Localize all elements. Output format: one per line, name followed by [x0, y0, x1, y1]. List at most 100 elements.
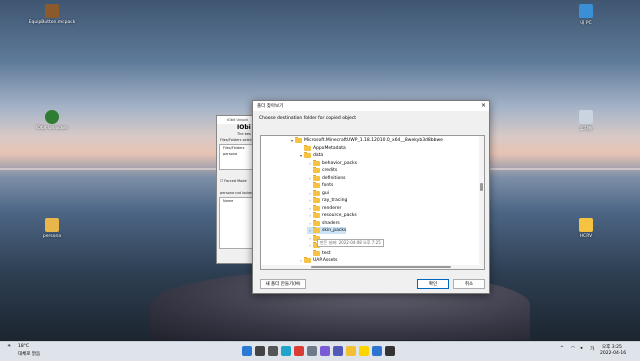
tree-item[interactable]: › renderer — [307, 204, 342, 212]
search-icon[interactable] — [255, 346, 265, 356]
photos-icon[interactable] — [320, 346, 330, 356]
file-explorer-icon[interactable] — [346, 346, 356, 356]
folder-icon — [313, 212, 320, 218]
chrome-icon[interactable] — [294, 346, 304, 356]
tree-item[interactable]: › shaders — [307, 219, 340, 227]
task-view-icon[interactable] — [268, 346, 278, 356]
folder-icon — [313, 197, 320, 203]
tree-item[interactable]: fonts — [307, 182, 333, 189]
desktop-icon-equipbutton[interactable]: EquipButton.mcpack — [22, 4, 82, 25]
vertical-scrollbar[interactable] — [479, 136, 484, 269]
dialog-titlebar[interactable]: 폴더 찾아보기 × — [253, 101, 489, 111]
clock-time[interactable]: 오후 3:25 — [602, 344, 622, 350]
windows-start-icon[interactable] — [242, 346, 252, 356]
chevron-up-icon[interactable]: ^ — [560, 346, 564, 351]
iobit-unlocker-icon — [45, 110, 59, 124]
column-header: Name — [223, 199, 234, 203]
tree-item-label: AppxMetadata — [313, 145, 346, 151]
desktop-icon-label: EquipButton.mcpack — [28, 20, 76, 25]
forced-mode-label: Forced Mode — [224, 179, 247, 183]
teams-icon[interactable] — [333, 346, 343, 356]
folder-icon — [313, 182, 320, 188]
tree-item[interactable]: › definitions — [307, 174, 346, 182]
tree-item-label: ray_tracing — [322, 198, 348, 203]
kakaotalk-icon[interactable] — [359, 346, 369, 356]
recycle-bin-icon — [579, 110, 593, 124]
tree-item-label: renderer — [322, 205, 342, 211]
folder-icon — [313, 227, 320, 233]
brand-title: IObi — [237, 124, 251, 131]
tree-item[interactable]: › behavior_packs — [307, 159, 357, 167]
tooltip: 만든 날짜: 2022-04-08 오후 7:25 — [317, 239, 384, 247]
cancel-button[interactable]: 취소 — [453, 279, 485, 289]
tree-item[interactable]: › UAP.Assets — [298, 257, 337, 264]
folder-icon — [313, 249, 320, 256]
taskbar: ☀ 18°C 대체로 맑음 ^ ◠ ◂ 가 오후 3:25 2022-04-16 — [0, 341, 640, 361]
mcpack-file-icon — [45, 4, 59, 18]
weather-desc[interactable]: 대체로 맑음 — [18, 351, 40, 357]
weather-temp[interactable]: 18°C — [18, 344, 29, 349]
files-list[interactable]: Files/Folders persona — [219, 144, 253, 170]
folder-icon — [304, 257, 311, 263]
tree-item-label: data — [313, 153, 324, 158]
desktop-icon-persona[interactable]: persona — [22, 218, 82, 239]
tree-item-label: test — [322, 250, 331, 256]
desktop-icon-label: persona — [42, 234, 62, 239]
iobit-unlocker-window[interactable]: IObit Unlock IObi The bes Files/Folders … — [216, 115, 256, 264]
folder-tree[interactable]: ▾ Microsoft.MinecraftUWP_1.18.12010.0_x64… — [260, 135, 485, 270]
wifi-icon[interactable]: ◠ — [571, 346, 575, 351]
list-item[interactable]: persona — [220, 151, 252, 157]
app-icon[interactable] — [385, 346, 395, 356]
store-icon[interactable] — [372, 346, 382, 356]
tree-item[interactable]: ▾ Microsoft.MinecraftUWP_1.18.12010.0_x64… — [289, 137, 443, 144]
settings-icon[interactable] — [307, 346, 317, 356]
dialog-title: 폴더 찾아보기 — [257, 104, 284, 109]
folder-icon — [313, 189, 320, 196]
desktop-icon-hcrv[interactable]: HCRV — [556, 218, 616, 239]
desktop-icon-recycle-bin[interactable]: 휴지통 — [556, 110, 616, 132]
tree-item-label: UAP.Assets — [313, 258, 338, 263]
ok-button[interactable]: 확인 — [417, 279, 449, 289]
clock-date[interactable]: 2022-04-16 — [600, 351, 626, 356]
folder-icon — [313, 219, 320, 226]
volume-icon[interactable]: ◂ — [580, 346, 582, 351]
folder-icon — [295, 137, 302, 143]
forced-mode-checkbox[interactable]: ☐ Forced Mode — [217, 178, 255, 184]
new-folder-button[interactable]: 새 폴더 만들기(M) — [260, 279, 306, 289]
desktop-icon-iobit-unlocker[interactable]: IObit Unlocker — [22, 110, 82, 131]
folder-icon — [313, 174, 320, 181]
tree-item[interactable]: ▾ data — [298, 152, 323, 159]
edge-icon[interactable] — [281, 346, 291, 356]
browse-folder-dialog[interactable]: 폴더 찾아보기 × Choose destination folder for … — [252, 100, 490, 294]
weather-icon[interactable]: ☀ — [7, 344, 11, 349]
window-title: IObit Unlock — [217, 116, 255, 124]
tree-item-label: definitions — [322, 175, 346, 181]
language-indicator[interactable]: 가 — [590, 346, 594, 352]
tree-item[interactable]: › resource_packs — [307, 212, 357, 219]
folder-icon — [313, 204, 320, 211]
desktop-icon-label: 내 PC — [580, 21, 592, 26]
folder-icon — [579, 218, 593, 232]
folder-icon — [313, 159, 320, 166]
desktop-icon-this-pc[interactable]: 내 PC — [556, 4, 616, 26]
desktop-icon-label: 휴지통 — [579, 127, 593, 132]
tree-item[interactable]: test — [307, 249, 331, 257]
scroll-thumb[interactable] — [311, 266, 451, 268]
tree-item-label: skin_packs — [322, 228, 347, 233]
scroll-thumb[interactable] — [480, 183, 483, 191]
tree-item[interactable]: credits — [307, 167, 337, 174]
results-list[interactable]: Name — [219, 197, 253, 249]
close-icon[interactable]: × — [481, 102, 486, 109]
tree-item-label: resource_packs — [322, 213, 357, 218]
files-label: Files/Folders select — [220, 138, 254, 142]
desktop-icon-label: HCRV — [579, 234, 593, 239]
folder-icon — [45, 218, 59, 232]
status-text: persona not locked — [220, 191, 254, 195]
tree-item[interactable]: › skin_packs — [307, 227, 347, 234]
tree-item-label: gui — [322, 190, 329, 196]
tree-item[interactable]: › gui — [307, 189, 329, 197]
horizontal-scrollbar[interactable] — [261, 265, 479, 269]
dialog-description: Choose destination folder for copied obj… — [259, 116, 357, 121]
tree-item[interactable]: AppxMetadata — [298, 144, 346, 152]
tree-item[interactable]: › ray_tracing — [307, 197, 347, 204]
